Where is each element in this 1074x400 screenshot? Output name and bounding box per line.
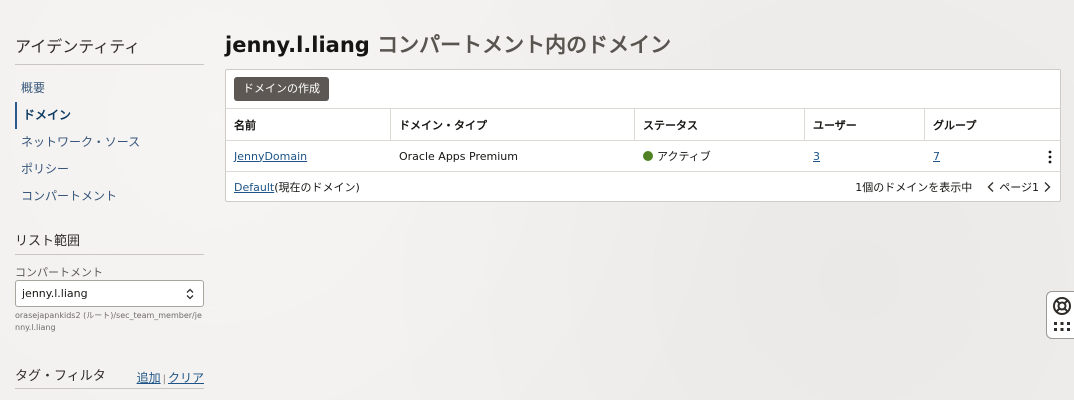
column-header-name[interactable]: 名前	[226, 109, 391, 140]
scope-divider	[15, 254, 204, 255]
list-scope-title: リスト範囲	[15, 234, 81, 249]
sidebar-item-compartments[interactable]: コンパートメント	[15, 183, 204, 210]
current-domain-note: (現在のドメイン)	[274, 181, 360, 194]
chevron-right-icon[interactable]	[1040, 180, 1054, 194]
compartment-path: orasejapankids2 (ルート)/sec_team_member/je…	[15, 311, 202, 332]
table-footer: Default (現在のドメイン) 1個のドメインを表示中 ページ1	[226, 171, 1060, 202]
domain-users-link[interactable]: 3	[813, 150, 820, 163]
create-domain-button[interactable]: ドメインの作成	[234, 77, 329, 101]
showing-count: 1個のドメインを表示中	[855, 181, 973, 194]
table-row: JennyDomain Oracle Apps Premium アクティブ 3 …	[226, 140, 1060, 171]
page-title-user: jenny.l.liang	[225, 33, 370, 57]
kebab-menu-icon[interactable]	[1044, 149, 1056, 165]
sidebar-item-policies[interactable]: ポリシー	[15, 156, 204, 183]
domains-panel: ドメインの作成 名前 ドメイン・タイプ ステータス ユーザー グループ Jenn…	[225, 69, 1061, 202]
tag-clear-link[interactable]: クリア	[168, 371, 204, 385]
tag-link-separator: |	[162, 374, 166, 385]
tag-divider	[15, 388, 204, 389]
sidebar-title: アイデンティティ	[15, 37, 141, 56]
domains-table: 名前 ドメイン・タイプ ステータス ユーザー グループ JennyDomain …	[226, 108, 1060, 202]
column-header-status[interactable]: ステータス	[635, 109, 805, 140]
domain-status-text: アクティブ	[657, 150, 711, 163]
column-header-domain-type[interactable]: ドメイン・タイプ	[391, 109, 635, 140]
table-header-row: 名前 ドメイン・タイプ ステータス ユーザー グループ	[226, 108, 1060, 140]
compartment-label: コンパートメント	[15, 266, 103, 279]
page-title: jenny.l.liang コンパートメント内のドメイン	[225, 29, 671, 59]
sidebar-item-overview[interactable]: 概要	[15, 75, 204, 102]
domain-groups-cell: 7	[925, 141, 1060, 171]
chevron-left-icon[interactable]	[984, 180, 998, 194]
grid-dots-icon[interactable]	[1052, 321, 1072, 335]
column-header-users[interactable]: ユーザー	[805, 109, 925, 140]
domain-groups-link[interactable]: 7	[933, 150, 940, 163]
tag-filter-row: タグ・フィルタ 追加 | クリア	[15, 363, 204, 385]
sidebar-item-network-sources[interactable]: ネットワーク・ソース	[15, 129, 204, 156]
domain-name-link[interactable]: JennyDomain	[234, 150, 307, 163]
page-title-suffix: コンパートメント内のドメイン	[377, 33, 672, 57]
tag-filter-title: タグ・フィルタ	[15, 369, 106, 384]
tag-filter-actions: 追加 | クリア	[137, 369, 204, 386]
pagination: 1個のドメインを表示中 ページ1	[855, 172, 1054, 202]
sidebar-divider	[15, 64, 204, 65]
page-label: ページ1	[999, 181, 1039, 194]
sidebar-item-domains[interactable]: ドメイン	[15, 102, 204, 129]
column-header-groups[interactable]: グループ	[925, 109, 1060, 140]
tag-add-link[interactable]: 追加	[137, 371, 161, 385]
status-active-icon	[643, 151, 653, 161]
help-widget[interactable]	[1046, 291, 1074, 339]
default-domain-link[interactable]: Default	[234, 181, 274, 194]
domain-name-cell: JennyDomain	[226, 141, 391, 171]
sidebar-nav: 概要 ドメイン ネットワーク・ソース ポリシー コンパートメント	[15, 75, 204, 210]
chevron-up-down-icon	[186, 288, 194, 300]
current-domain-info: Default (現在のドメイン)	[234, 172, 360, 202]
domain-status-cell: アクティブ	[635, 141, 805, 171]
domain-users-cell: 3	[805, 141, 925, 171]
lifebuoy-icon[interactable]	[1052, 296, 1072, 316]
compartment-select-value: jenny.l.liang	[22, 287, 88, 300]
domain-type-cell: Oracle Apps Premium	[399, 149, 518, 163]
compartment-select[interactable]: jenny.l.liang	[15, 280, 204, 307]
